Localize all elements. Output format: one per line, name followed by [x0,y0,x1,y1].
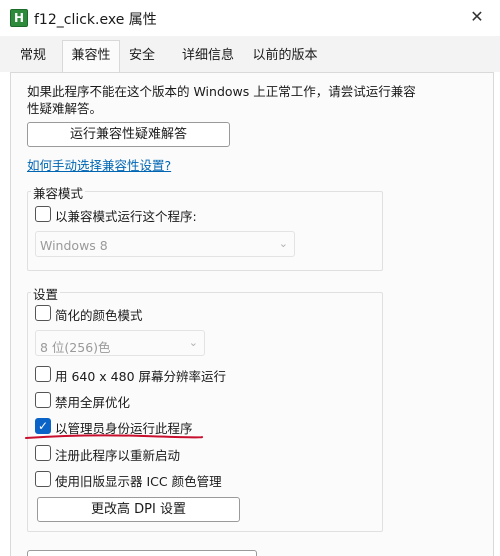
os-version-select[interactable]: Windows 8 ⌄ [35,231,295,257]
register-restart-label: 注册此程序以重新启动 [55,448,181,463]
checkbox-box [35,305,51,321]
os-version-value: Windows 8 [40,238,108,253]
color-mode-select[interactable]: 8 位(256)色 ⌄ [35,330,205,356]
checkbox-box [35,206,51,222]
settings-title: 设置 [31,284,61,303]
window-title: f12_click.exe 属性 [34,12,157,28]
checkbox-box [35,471,51,487]
reduced-color-label: 简化的颜色模式 [55,308,143,323]
title-bar: H f12_click.exe 属性 ✕ [0,0,500,36]
close-icon: ✕ [470,7,484,26]
intro-text: 如果此程序不能在这个版本的 Windows 上正常工作，请尝试运行兼容性疑难解答… [27,84,416,116]
checkmark-icon: ✓ [35,418,51,434]
close-button[interactable]: ✕ [462,4,492,30]
legacy-icc-label: 使用旧版显示器 ICC 颜色管理 [55,474,222,489]
checkbox-box [35,392,51,408]
res-640-label: 用 640 x 480 屏幕分辨率运行 [55,369,227,384]
checkbox-box [35,445,51,461]
change-dpi-button[interactable]: 更改高 DPI 设置 [37,497,240,522]
disable-fullscreen-label: 禁用全屏优化 [55,395,131,410]
chevron-down-icon: ⌄ [278,237,288,250]
tab-previous-versions[interactable]: 以前的版本 [246,43,324,69]
compat-mode-label: 以兼容模式运行这个程序: [55,209,197,224]
checkbox-box [35,366,51,382]
color-mode-value: 8 位(256)色 [40,340,111,355]
tab-general[interactable]: 常规 [14,43,52,69]
settings-group [27,292,383,532]
tab-security[interactable]: 安全 [124,43,160,69]
run-troubleshooter-button[interactable]: 运行兼容性疑难解答 [27,122,230,147]
change-settings-all-users-button[interactable] [27,550,257,556]
chevron-down-icon: ⌄ [188,336,198,349]
tab-compatibility[interactable]: 兼容性 [62,40,120,73]
manual-settings-link[interactable]: 如何手动选择兼容性设置? [27,155,171,174]
app-icon: H [10,9,28,27]
compat-mode-title: 兼容模式 [31,183,86,202]
red-underline-annotation [25,434,204,439]
tab-details[interactable]: 详细信息 [176,43,240,69]
